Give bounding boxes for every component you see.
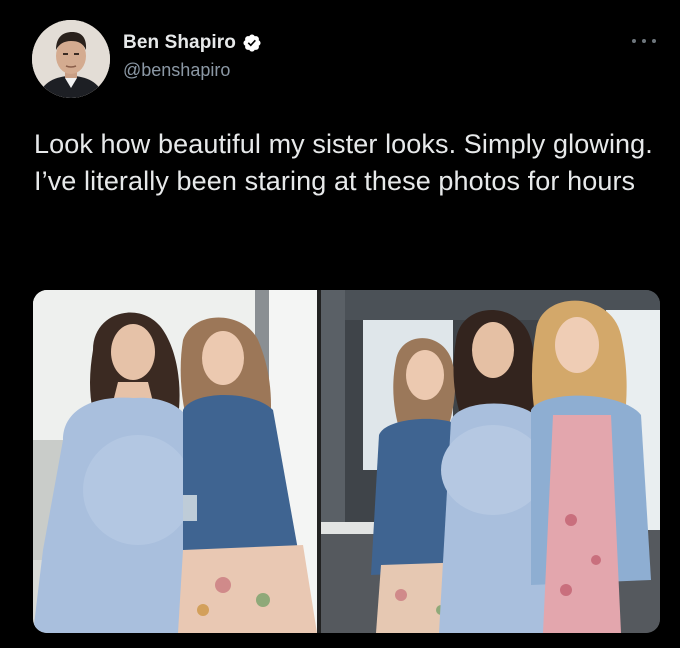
tweet-card: Ben Shapiro @benshapiro Look how beautif… — [0, 0, 680, 648]
photo-three-women[interactable] — [321, 290, 660, 633]
author-avatar[interactable] — [32, 20, 110, 98]
dot — [642, 39, 646, 43]
photo-three-women-image — [321, 290, 660, 633]
author-display-name[interactable]: Ben Shapiro — [123, 32, 236, 54]
dot — [652, 39, 656, 43]
avatar-image — [32, 20, 110, 98]
author-handle[interactable]: @benshapiro — [123, 60, 230, 81]
tweet-text: Look how beautiful my sister looks. Simp… — [34, 129, 653, 197]
photo-two-women-image — [33, 290, 317, 633]
dot — [632, 39, 636, 43]
tweet-media[interactable] — [33, 290, 660, 633]
photo-two-women[interactable] — [33, 290, 317, 633]
verified-badge-icon — [243, 34, 261, 52]
more-options-icon[interactable] — [632, 34, 656, 48]
author-name-row[interactable]: Ben Shapiro — [123, 32, 262, 54]
